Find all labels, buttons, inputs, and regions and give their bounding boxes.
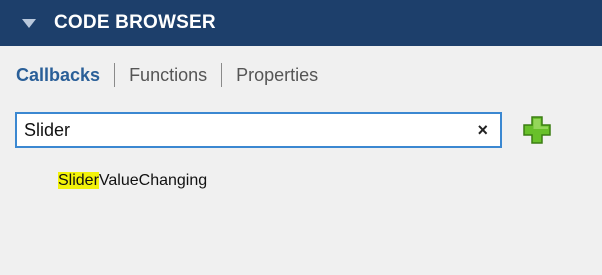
- plus-icon: [523, 116, 551, 144]
- tab-separator: [114, 63, 116, 87]
- list-item[interactable]: SliderValueChanging: [58, 172, 207, 190]
- add-callback-button[interactable]: [519, 112, 555, 148]
- tab-properties[interactable]: Properties: [236, 65, 318, 86]
- tab-callbacks[interactable]: Callbacks: [16, 65, 100, 86]
- tab-bar: Callbacks Functions Properties: [16, 61, 318, 89]
- search-box: ×: [15, 112, 502, 148]
- tab-functions[interactable]: Functions: [129, 65, 207, 86]
- panel-header[interactable]: CODE BROWSER: [0, 0, 602, 46]
- panel-title: CODE BROWSER: [54, 12, 216, 33]
- tab-separator: [221, 63, 223, 87]
- close-icon[interactable]: ×: [477, 120, 488, 141]
- match-highlight: Slider: [58, 172, 99, 189]
- result-label: ValueChanging: [98, 172, 208, 189]
- search-input[interactable]: [20, 117, 468, 143]
- caret-down-icon[interactable]: [22, 18, 36, 28]
